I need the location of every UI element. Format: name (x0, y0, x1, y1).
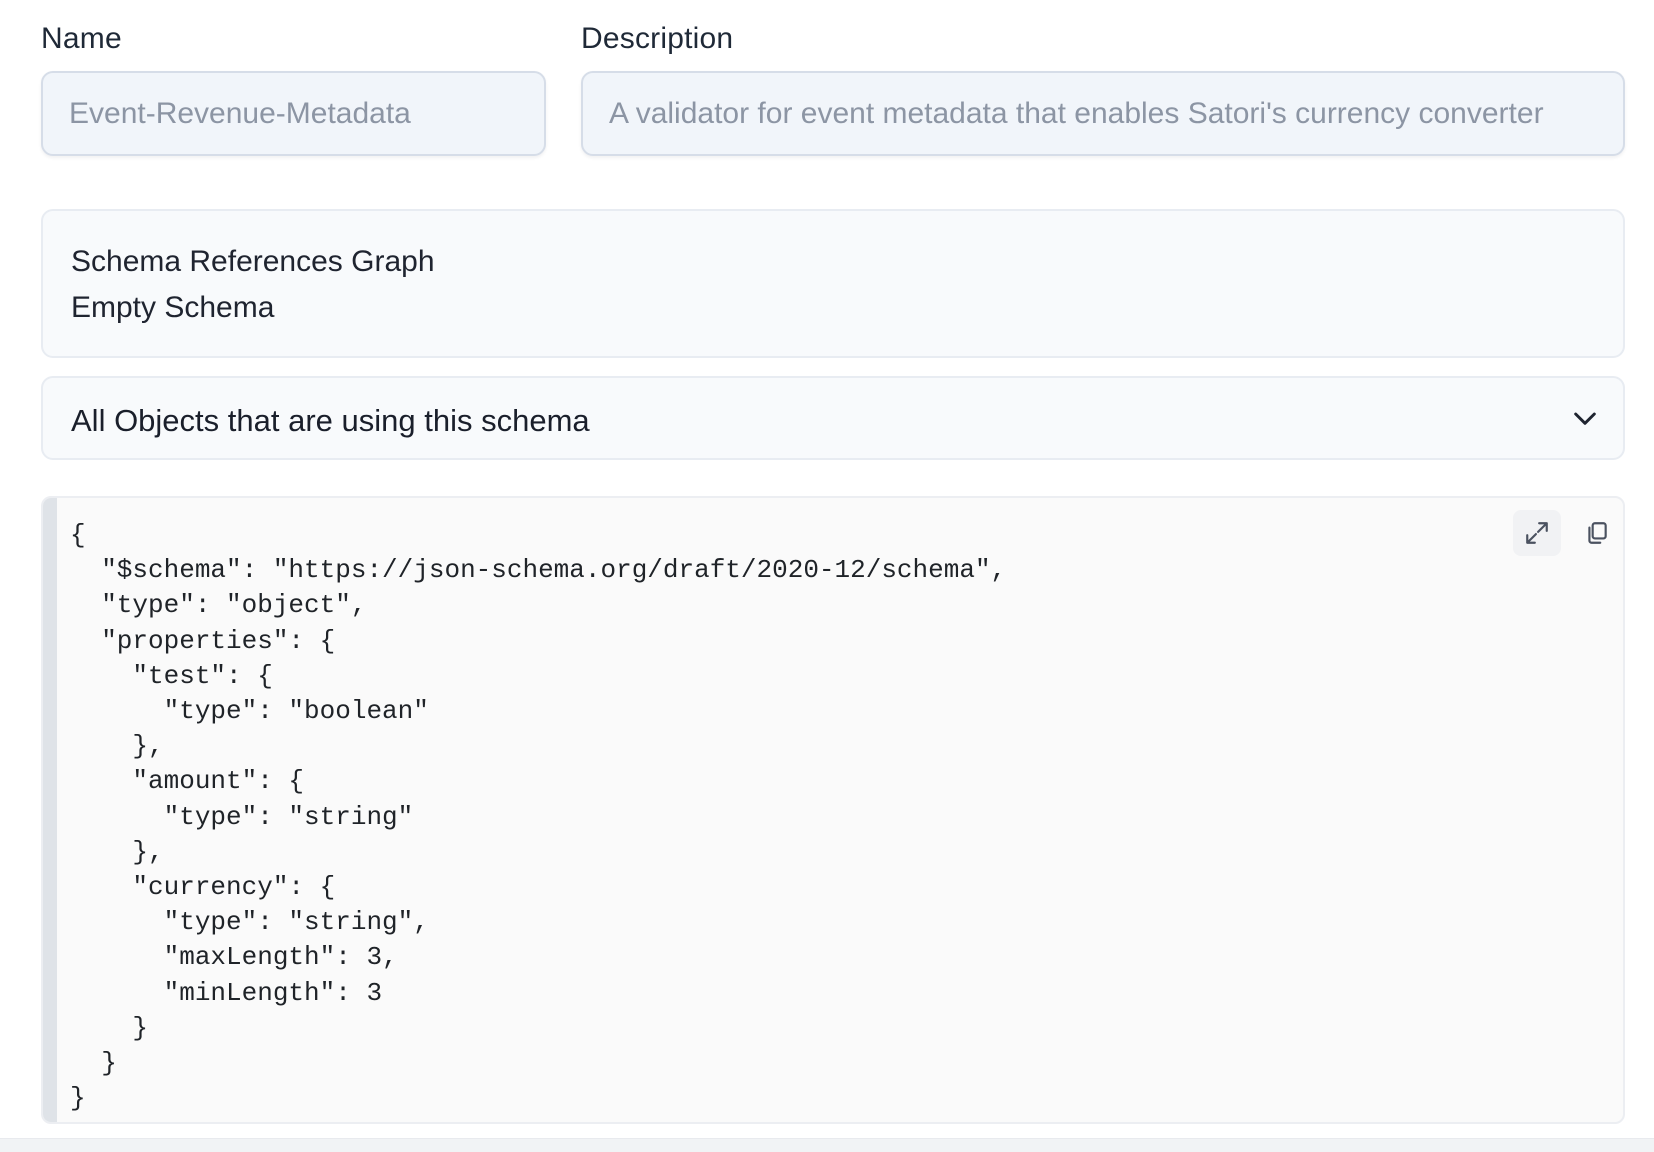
schema-json-code[interactable]: { "$schema": "https://json-schema.org/dr… (70, 518, 1006, 1116)
description-label: Description (581, 22, 734, 55)
copy-icon (1588, 522, 1607, 544)
expand-button[interactable] (1513, 510, 1561, 556)
expand-icon (1526, 522, 1548, 544)
chevron-down-icon[interactable] (1569, 402, 1601, 434)
schema-code-viewer[interactable]: { "$schema": "https://json-schema.org/dr… (41, 496, 1625, 1124)
copy-button[interactable] (1573, 510, 1621, 556)
bottom-divider (0, 1138, 1654, 1152)
schema-editor-page: Name Description Schema References Graph… (0, 0, 1654, 1152)
schema-references-graph-card: Schema References Graph Empty Schema (41, 209, 1625, 358)
name-label: Name (41, 22, 122, 55)
empty-schema-text: Empty Schema (71, 291, 275, 324)
code-gutter (43, 498, 57, 1122)
schema-references-graph-title: Schema References Graph (71, 245, 435, 278)
objects-using-schema-accordion[interactable]: All Objects that are using this schema (41, 376, 1625, 460)
objects-using-schema-title: All Objects that are using this schema (71, 403, 590, 438)
name-input[interactable] (41, 71, 546, 156)
description-input[interactable] (581, 71, 1625, 156)
